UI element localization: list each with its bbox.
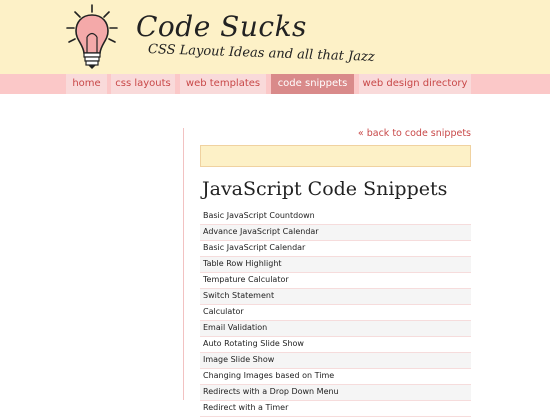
back-link[interactable]: « back to code snippets (300, 128, 471, 139)
nav-item-web-templates[interactable]: web templates (180, 74, 266, 94)
nav-item-code-snippets[interactable]: code snippets (271, 74, 354, 94)
content-divider (183, 128, 184, 400)
snippet-link[interactable]: Image Slide Show (200, 353, 471, 369)
nav-item-web-design-directory[interactable]: web design directory (359, 74, 471, 94)
site-header: Code Sucks CSS Layout Ideas and all that… (0, 0, 550, 74)
snippet-link[interactable]: Advance JavaScript Calendar (200, 225, 471, 241)
snippet-link[interactable]: Auto Rotating Slide Show (200, 337, 471, 353)
snippet-link[interactable]: Table Row Highlight (200, 257, 471, 273)
snippet-link[interactable]: Switch Statement (200, 289, 471, 305)
nav-item-css-layouts[interactable]: css layouts (111, 74, 175, 94)
snippet-link[interactable]: Redirect with a Timer (200, 401, 471, 417)
search-box[interactable] (200, 145, 471, 167)
snippet-list: Basic JavaScript Countdown Advance JavaS… (200, 209, 471, 417)
site-title[interactable]: Code Sucks (136, 13, 307, 41)
snippet-link[interactable]: Redirects with a Drop Down Menu (200, 385, 471, 401)
snippet-link[interactable]: Basic JavaScript Countdown (200, 209, 471, 225)
snippet-link[interactable]: Changing Images based on Time (200, 369, 471, 385)
page-title: JavaScript Code Snippets (202, 178, 448, 200)
snippet-link[interactable]: Calculator (200, 305, 471, 321)
snippet-link[interactable]: Basic JavaScript Calendar (200, 241, 471, 257)
site-tagline: CSS Layout Ideas and all that Jazz (147, 42, 375, 65)
snippet-link[interactable]: Email Validation (200, 321, 471, 337)
snippet-link[interactable]: Tempature Calculator (200, 273, 471, 289)
lightbulb-icon (66, 4, 118, 69)
nav-item-home[interactable]: home (66, 74, 107, 94)
